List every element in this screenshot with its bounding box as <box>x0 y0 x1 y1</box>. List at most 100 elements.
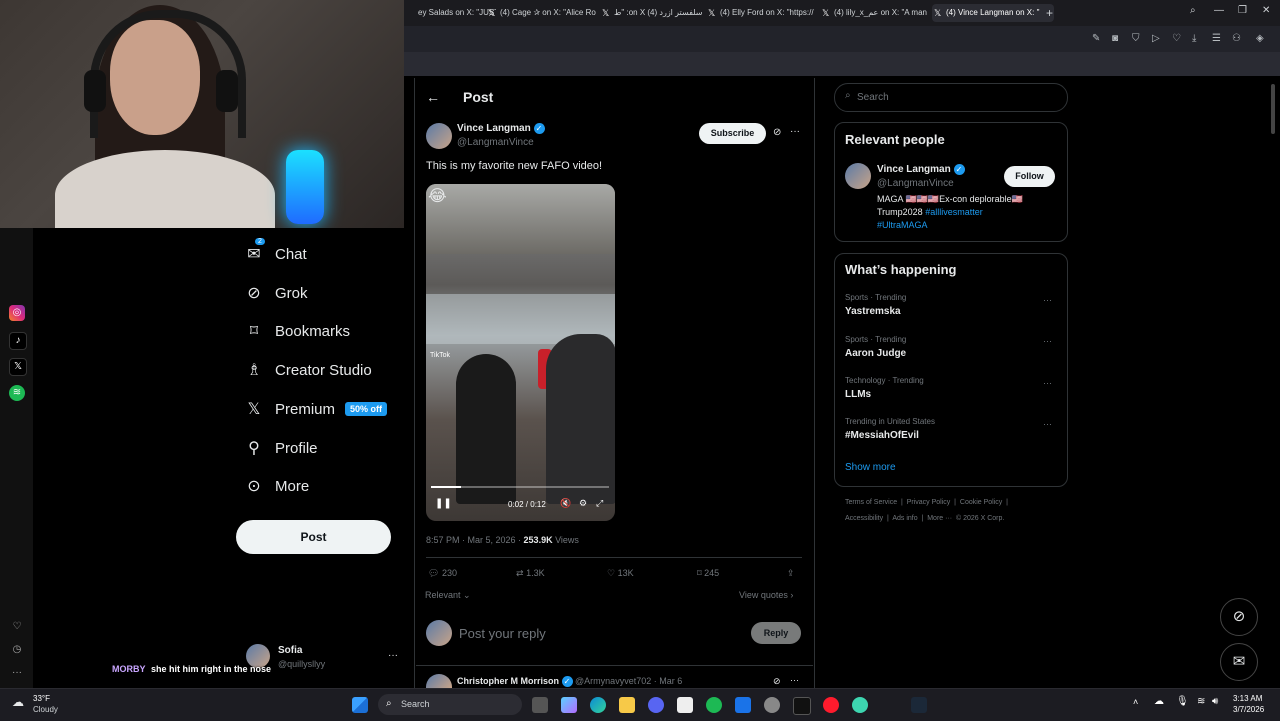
settings-icon[interactable]: ⚙ <box>579 498 587 509</box>
follow-button[interactable]: Follow <box>1004 166 1055 187</box>
browser-tab[interactable]: 𝕏 (4) lily_x_عم on X: "A man <box>820 4 942 22</box>
extension-icon[interactable]: ◈ <box>1256 33 1264 44</box>
more-icon[interactable]: ··· <box>9 665 25 681</box>
grok-icon[interactable]: ⊘ <box>773 676 781 687</box>
download-icon[interactable]: ⤓ <box>1192 33 1196 44</box>
minimize-icon[interactable]: — <box>1214 5 1224 16</box>
person-avatar[interactable] <box>845 163 871 189</box>
footer-links[interactable]: Accessibility | Ads info | More ··· © 20… <box>845 515 1004 522</box>
post-more-icon[interactable]: ··· <box>790 126 800 137</box>
edit-icon[interactable]: ✎ <box>1092 33 1100 44</box>
search-tabs-icon[interactable]: ⌕ <box>1190 5 1196 16</box>
camera-icon[interactable]: ◙ <box>1112 33 1118 44</box>
trend-more-icon[interactable]: ··· <box>1043 378 1052 388</box>
shield-icon[interactable]: ⛉ <box>1132 33 1140 44</box>
account-more-icon[interactable]: ··· <box>388 650 398 661</box>
grok-fab-icon[interactable]: ⊘ <box>1220 598 1258 636</box>
new-tab-button[interactable]: + <box>1046 4 1060 22</box>
copilot-icon[interactable] <box>561 697 577 713</box>
taskbar-search[interactable]: ⌕ Search <box>378 694 522 715</box>
spotify-icon[interactable]: ≋ <box>9 385 25 401</box>
pause-icon[interactable]: ❚❚ <box>435 498 452 509</box>
fullscreen-icon[interactable]: ⤢ <box>596 498 603 509</box>
sidebar-item-chat[interactable]: ✉ 2 Chat <box>244 238 307 269</box>
trend-item[interactable]: Aaron Judge <box>845 348 906 359</box>
sidebar-item-profile[interactable]: ⚲ Profile <box>244 433 317 463</box>
video-progress-track[interactable] <box>431 486 609 488</box>
windows-start-icon[interactable] <box>352 697 368 713</box>
mute-icon[interactable]: 🔇 <box>560 498 571 509</box>
reply-sort-dropdown[interactable]: Relevant ⌄ <box>425 590 471 601</box>
sidebar-item-grok[interactable]: ⊘ Grok <box>244 278 307 308</box>
author-name[interactable]: Vince Langman ✓ <box>457 123 545 134</box>
sidebar-item-bookmarks[interactable]: ⌑ Bookmarks <box>244 316 350 346</box>
tiktok-icon[interactable]: ♪ <box>9 332 27 350</box>
tiktok-icon[interactable] <box>793 697 811 715</box>
search-input[interactable]: Search <box>857 92 889 103</box>
share-icon[interactable]: ⇪ <box>787 568 795 579</box>
trend-more-icon[interactable]: ··· <box>1043 419 1052 429</box>
browser-tab[interactable]: 𝕏 (4) Cage ✰ on X: "Alice Ro <box>486 4 610 22</box>
mail-icon[interactable] <box>735 697 751 713</box>
grok-icon[interactable]: ⊘ <box>773 127 781 138</box>
weather-temp[interactable]: 33°F <box>33 694 50 703</box>
discord-icon[interactable] <box>648 697 664 713</box>
x-logo-icon[interactable]: 𝕏 <box>9 358 27 376</box>
hashtag-link[interactable]: #alllivesmatter <box>925 207 983 217</box>
menu-icon[interactable]: ☰ <box>1212 33 1221 44</box>
heart-icon[interactable]: ♡ <box>9 619 25 635</box>
spotify-icon[interactable] <box>706 697 722 713</box>
browser-tab-active[interactable]: 𝕏 (4) Vince Langman on X: " <box>932 4 1054 22</box>
task-view-icon[interactable] <box>532 697 548 713</box>
post-video[interactable]: 😂 TikTok ❚❚ 0:02 / 0:12 🔇 ⚙ ⤢ <box>426 184 615 521</box>
restore-icon[interactable]: ❐ <box>1238 5 1247 16</box>
edge-icon[interactable] <box>590 697 606 713</box>
subscribe-button[interactable]: Subscribe <box>699 123 766 144</box>
file-explorer-icon[interactable] <box>619 697 635 713</box>
trend-item[interactable]: #MessiahOfEvil <box>845 430 919 441</box>
scrollbar[interactable] <box>1271 84 1275 134</box>
close-icon[interactable]: ✕ <box>1262 5 1270 16</box>
account-icon[interactable]: ⚇ <box>1232 33 1241 44</box>
browser-tab[interactable]: ey Salads on X: "JUST <box>404 4 496 22</box>
volume-icon[interactable]: 🔊︎ <box>1212 696 1218 707</box>
trend-item[interactable]: LLMs <box>845 389 871 400</box>
person-name[interactable]: Vince Langman ✓ <box>877 164 965 175</box>
bookmark-action[interactable]: ⌑ 245 <box>697 568 719 579</box>
sidebar-item-premium[interactable]: 𝕏 Premium 50% off <box>244 394 388 424</box>
author-handle[interactable]: @LangmanVince <box>457 137 534 148</box>
clock-date[interactable]: 3/7/2026 <box>1233 705 1264 714</box>
store-icon[interactable] <box>677 697 693 713</box>
microphone-icon[interactable]: 🎙︎ <box>1176 696 1189 707</box>
play-icon[interactable]: ▷ <box>1152 33 1160 44</box>
trend-more-icon[interactable]: ··· <box>1043 336 1052 346</box>
wifi-icon[interactable]: ≋ <box>1197 696 1205 707</box>
browser-tab[interactable]: 𝕏 ط" :on X سلفستر ازرد (4) <box>600 4 716 22</box>
messages-fab-icon[interactable]: ✉ <box>1220 643 1258 681</box>
trend-more-icon[interactable]: ··· <box>1043 295 1052 305</box>
trend-item[interactable]: Yastremska <box>845 306 901 317</box>
back-arrow-icon[interactable]: ← <box>426 89 440 105</box>
settings-icon[interactable] <box>764 697 780 713</box>
steam-icon[interactable] <box>911 697 927 713</box>
hashtag-link[interactable]: #UltraMAGA <box>877 220 928 230</box>
author-avatar[interactable] <box>426 123 452 149</box>
cloud-sync-icon[interactable]: ☁ <box>1154 696 1164 707</box>
opera-gx-icon[interactable] <box>823 697 839 713</box>
view-quotes-link[interactable]: View quotes › <box>739 590 793 600</box>
like-action[interactable]: ♡ 13K <box>607 568 634 579</box>
clock-time[interactable]: 3:13 AM <box>1233 694 1262 703</box>
search-box[interactable]: ⌕ Search <box>834 83 1068 112</box>
post-button[interactable]: Post <box>236 520 391 554</box>
browser-tab[interactable]: 𝕏 (4) Elly Ford on X: "https:// <box>706 4 830 22</box>
sidebar-item-creator-studio[interactable]: ♗ Creator Studio <box>244 355 372 385</box>
instagram-icon[interactable]: ◎ <box>9 305 25 321</box>
tray-chevron-icon[interactable]: ˄ <box>1133 697 1138 707</box>
reply-author[interactable]: Christopher M Morrison ✓ @Armynavyvet702… <box>457 676 682 688</box>
browser-icon[interactable] <box>852 697 868 713</box>
sidebar-item-more[interactable]: ⊙ More <box>244 471 309 501</box>
repost-action[interactable]: ⇄ 1.3K <box>516 568 545 579</box>
person-handle[interactable]: @LangmanVince <box>877 178 954 189</box>
reply-button[interactable]: Reply <box>751 622 801 644</box>
reply-action[interactable]: 💬︎ 230 <box>428 568 457 579</box>
